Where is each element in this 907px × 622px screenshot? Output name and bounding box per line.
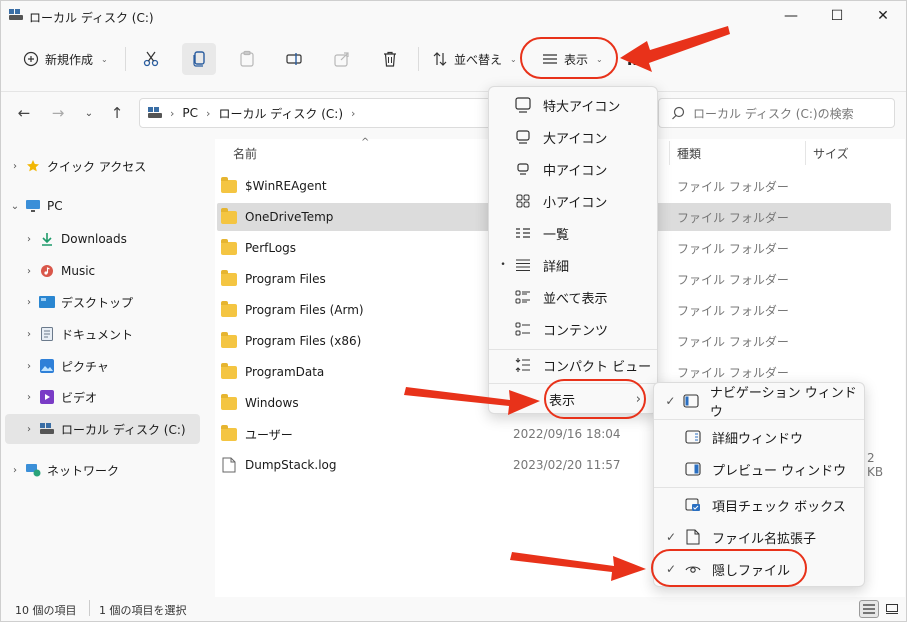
arrow-to-show-item — [404, 387, 540, 415]
arrow-to-hidden-files — [510, 552, 646, 581]
arrow-to-view-button — [620, 26, 730, 72]
annotation-arrows — [404, 26, 730, 581]
